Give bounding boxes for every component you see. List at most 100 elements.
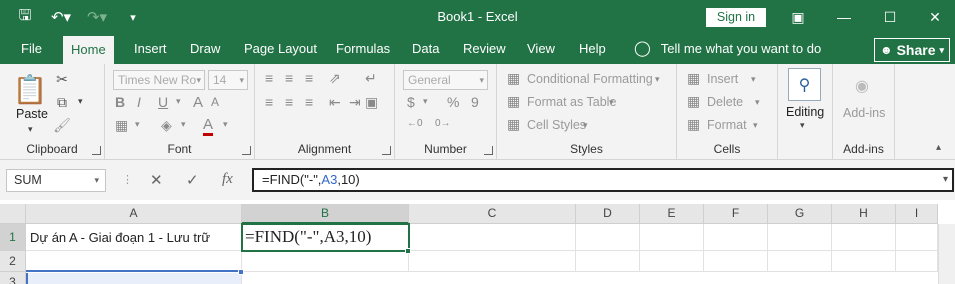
paste-label[interactable]: Paste xyxy=(16,107,48,121)
tab-home[interactable]: Home xyxy=(63,36,114,64)
format-cells-button[interactable]: Format xyxy=(707,118,747,132)
fill-color-icon[interactable]: ◈ xyxy=(161,117,172,134)
format-as-table-icon[interactable]: ▦ xyxy=(507,93,520,110)
currency-dropdown-icon[interactable]: ▾ xyxy=(423,96,428,107)
tab-draw[interactable]: Draw xyxy=(190,34,220,64)
addins-icon[interactable]: ◉ xyxy=(855,76,869,96)
grow-font-button[interactable]: A xyxy=(193,94,203,111)
cell-h1[interactable] xyxy=(832,224,896,251)
align-left-icon[interactable]: ≡ xyxy=(265,94,273,110)
cell-a1[interactable]: Dự án A - Giai đoạn 1 - Lưu trữ xyxy=(26,224,242,251)
tab-formulas[interactable]: Formulas xyxy=(336,34,390,64)
borders-icon[interactable]: ▦ xyxy=(115,117,128,134)
underline-button[interactable]: U xyxy=(158,94,168,110)
delete-cells-icon[interactable]: ▦ xyxy=(687,93,700,110)
cancel-icon[interactable]: ✕ xyxy=(150,171,163,189)
font-color-dropdown-icon[interactable]: ▾ xyxy=(223,119,228,130)
chevron-down-icon[interactable]: ▾ xyxy=(655,74,660,85)
column-header-f[interactable]: F xyxy=(704,204,768,224)
decrease-decimal-icon[interactable]: 0→ xyxy=(435,118,451,129)
row-header-1[interactable]: 1 xyxy=(0,224,26,251)
format-painter-icon[interactable]: 🖌 xyxy=(53,116,71,134)
tab-help[interactable]: Help xyxy=(579,34,606,64)
tab-file[interactable]: File xyxy=(21,34,42,64)
ribbon-display-options-icon[interactable]: ▣ xyxy=(775,0,821,34)
font-size-combo[interactable]: 14 ▾ xyxy=(208,70,248,90)
cell-c1[interactable] xyxy=(409,224,576,251)
cell-d1[interactable] xyxy=(576,224,640,251)
cell-f2[interactable] xyxy=(704,251,768,272)
formula-input[interactable]: =FIND("-",A3,10) ▾ xyxy=(252,168,954,192)
paste-icon[interactable]: 📋 xyxy=(12,72,48,106)
alignment-launcher-icon[interactable] xyxy=(382,146,391,155)
cell-styles-button[interactable]: Cell Styles xyxy=(527,118,586,132)
row-header-3[interactable]: 3 xyxy=(0,272,26,284)
column-header-e[interactable]: E xyxy=(640,204,704,224)
close-button[interactable]: ✕ xyxy=(912,0,955,34)
cell-g1[interactable] xyxy=(768,224,832,251)
name-box[interactable]: SUM ▾ xyxy=(6,169,106,192)
cell-g2[interactable] xyxy=(768,251,832,272)
orientation-icon[interactable]: ⇗ xyxy=(329,70,341,87)
bottom-align-icon[interactable]: ≡ xyxy=(305,70,313,86)
number-format-combo[interactable]: General ▾ xyxy=(403,70,488,90)
font-name-combo[interactable]: Times New Ro ▾ xyxy=(113,70,205,90)
reference-handle[interactable] xyxy=(238,269,244,275)
maximize-button[interactable]: ☐ xyxy=(867,0,913,34)
column-header-d[interactable]: D xyxy=(576,204,640,224)
cell-e2[interactable] xyxy=(640,251,704,272)
cell-h2[interactable] xyxy=(832,251,896,272)
decrease-indent-icon[interactable]: ⇤ xyxy=(329,94,341,111)
insert-cells-button[interactable]: Insert xyxy=(707,72,738,86)
customize-toolbar-icon[interactable]: ▾ xyxy=(122,6,144,28)
copy-dropdown-icon[interactable]: ▾ xyxy=(78,96,83,107)
increase-decimal-icon[interactable]: ←0 xyxy=(407,118,423,129)
column-header-a[interactable]: A xyxy=(26,204,242,224)
middle-align-icon[interactable]: ≡ xyxy=(285,70,293,86)
format-cells-icon[interactable]: ▦ xyxy=(687,116,700,133)
save-icon[interactable]: 🖫 xyxy=(14,6,36,28)
fill-color-dropdown-icon[interactable]: ▾ xyxy=(181,119,186,130)
chevron-down-icon[interactable]: ▾ xyxy=(755,97,760,108)
chevron-down-icon[interactable]: ▾ xyxy=(751,74,756,85)
insert-function-button[interactable]: fx xyxy=(222,171,233,188)
font-launcher-icon[interactable] xyxy=(242,146,251,155)
tab-data[interactable]: Data xyxy=(412,34,439,64)
cell-d2[interactable] xyxy=(576,251,640,272)
tab-view[interactable]: View xyxy=(527,34,555,64)
cell-b1[interactable]: =FIND("-",A3,10) xyxy=(241,223,410,252)
addins-button[interactable]: Add-ins xyxy=(843,106,885,120)
tell-me-search[interactable]: ◯ Tell me what you want to do xyxy=(634,34,821,64)
row-header-2[interactable]: 2 xyxy=(0,251,26,272)
merge-center-icon[interactable]: ▣ xyxy=(365,94,378,111)
bold-button[interactable]: B xyxy=(115,94,125,110)
redo-icon[interactable]: ↷▾ xyxy=(86,6,108,28)
undo-icon[interactable]: ↶▾ xyxy=(50,6,72,28)
cell-a2[interactable] xyxy=(26,251,242,272)
column-header-i[interactable]: I xyxy=(896,204,938,224)
font-color-button[interactable]: A xyxy=(203,116,214,136)
select-all-button[interactable] xyxy=(0,204,26,224)
column-header-g[interactable]: G xyxy=(768,204,832,224)
align-center-icon[interactable]: ≡ xyxy=(285,94,293,110)
chevron-down-icon[interactable]: ▾ xyxy=(753,120,758,131)
minimize-button[interactable]: — xyxy=(821,0,867,34)
clipboard-launcher-icon[interactable] xyxy=(92,146,101,155)
underline-dropdown-icon[interactable]: ▾ xyxy=(176,96,181,107)
format-as-table-button[interactable]: Format as Table xyxy=(527,95,616,109)
cell-e1[interactable] xyxy=(640,224,704,251)
wrap-text-icon[interactable]: ↵ xyxy=(365,70,377,87)
expand-formula-bar-icon[interactable]: ▾ xyxy=(943,170,948,190)
collapse-ribbon-icon[interactable]: ▴ xyxy=(936,142,941,153)
tab-review[interactable]: Review xyxy=(463,34,506,64)
paste-dropdown-icon[interactable]: ▾ xyxy=(28,124,33,135)
fill-handle[interactable] xyxy=(405,248,411,254)
currency-button[interactable]: $ xyxy=(407,94,415,110)
cell-f1[interactable] xyxy=(704,224,768,251)
percent-button[interactable]: % xyxy=(447,94,459,110)
enter-icon[interactable]: ✓ xyxy=(186,171,199,189)
increase-indent-icon[interactable]: ⇥ xyxy=(349,94,361,111)
italic-button[interactable]: I xyxy=(137,94,141,110)
comma-button[interactable]: 9 xyxy=(471,94,479,110)
cell-a3[interactable] xyxy=(26,273,242,284)
